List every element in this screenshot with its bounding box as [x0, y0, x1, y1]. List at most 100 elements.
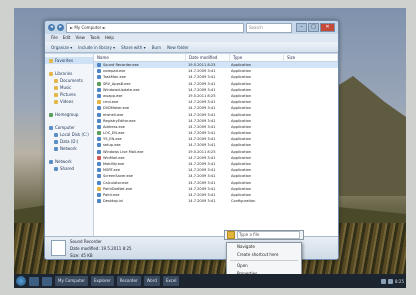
toolbar-button[interactable]: New folder	[167, 45, 189, 50]
folder-icon	[49, 71, 53, 76]
file-name: MSRT.exe	[103, 168, 120, 173]
menu-item-tools[interactable]: Tools	[90, 34, 100, 42]
column-header-size[interactable]: Size	[284, 54, 338, 61]
nav-item-label: Documents	[60, 78, 83, 83]
close-button[interactable]: ✕	[320, 23, 335, 32]
file-icon	[97, 155, 101, 160]
file-name: Sound Recorder.exe	[103, 63, 139, 67]
menu-item-view[interactable]: View	[75, 34, 85, 42]
context-menu-item[interactable]: Navigate	[227, 243, 301, 251]
nav-item[interactable]: Libraries	[45, 70, 93, 77]
nav-item[interactable]: Computer	[45, 124, 93, 131]
desktop: ◂ ▸ ► My Computer ► Search – □ ✕ File Edi…	[14, 8, 406, 288]
file-icon	[97, 93, 101, 98]
file-icon	[97, 180, 101, 185]
nav-group-libraries: Libraries Documents Music Pictures Videos	[45, 70, 93, 105]
taskbar: My Computer Explorer Recorder Word Excel 8:2…	[14, 274, 406, 288]
search-input[interactable]: Search	[246, 22, 292, 33]
explorer-content: Favorites Libraries Documents Music Pictures…	[45, 54, 338, 237]
file-icon	[97, 199, 101, 204]
file-name-cell: Desktop.ini	[94, 198, 185, 204]
start-button[interactable]	[16, 276, 26, 286]
file-name: WinMail.exe	[103, 155, 125, 160]
file-icon	[97, 81, 101, 86]
nav-item-label: Local Disk (C:)	[60, 132, 89, 137]
context-menu-item[interactable]: Create shortcut here	[227, 251, 301, 259]
file-name: cmd.exe	[103, 100, 119, 105]
file-icon	[97, 162, 101, 166]
maximize-button[interactable]: □	[308, 23, 319, 32]
system-tray: 8:25	[381, 278, 404, 284]
nav-item[interactable]: Network	[45, 158, 93, 165]
file-row[interactable]: Desktop.ini 14.7.2009 3:41 Configuration	[94, 198, 338, 204]
nav-item-label: Data (D:)	[60, 139, 79, 144]
file-name: ehshell.exe	[103, 112, 124, 117]
nav-item-label: Libraries	[55, 71, 73, 76]
toolbar-button[interactable]: Organize ▾	[51, 45, 72, 50]
nav-item[interactable]: Local Disk (C:)	[45, 131, 93, 138]
taskbar-button[interactable]: Explorer	[90, 276, 114, 286]
folder-icon	[49, 159, 53, 164]
folder-icon	[54, 99, 58, 104]
column-header-name[interactable]: Name	[94, 54, 186, 61]
nav-item[interactable]: Pictures	[45, 91, 93, 98]
folder-icon	[54, 146, 58, 151]
menu-item-edit[interactable]: Edit	[63, 34, 71, 42]
file-name: TaskMan.exe	[103, 75, 126, 80]
context-search-input[interactable]: Type a file	[237, 231, 300, 239]
file-icon	[97, 137, 101, 142]
file-list: Name Date modified Type Size Sound Recor…	[94, 54, 338, 237]
file-icon	[97, 124, 101, 129]
address-bar[interactable]: ► My Computer ►	[66, 22, 244, 33]
file-name: DVDMaker.exe	[103, 106, 130, 111]
network-icon[interactable]	[381, 278, 387, 284]
file-icon	[97, 112, 101, 117]
nav-item[interactable]: Music	[45, 84, 93, 91]
command-bar: Organize ▾ Include in library ▾ Share with…	[45, 42, 338, 53]
column-header-type[interactable]: Type	[230, 54, 284, 61]
details-subtitle: Date modified: 19.5.2011 8:25	[70, 245, 132, 251]
toolbar-button[interactable]: Burn	[152, 45, 161, 50]
nav-item[interactable]: Shared	[45, 165, 93, 172]
file-rows: Sound Recorder.exe 19.5.2011 8:25 Applicat…	[94, 62, 338, 204]
back-icon[interactable]: ◂	[48, 24, 55, 31]
folder-icon	[54, 139, 58, 144]
forward-icon[interactable]: ▸	[57, 24, 64, 31]
nav-item[interactable]: Homegroup	[45, 111, 93, 118]
taskbar-items: My Computer Explorer Recorder Word Excel	[55, 276, 180, 286]
file-icon	[97, 118, 101, 123]
nav-item[interactable]: Documents	[45, 77, 93, 84]
explorer-icon[interactable]	[42, 276, 52, 286]
ie-icon[interactable]	[29, 276, 39, 286]
minimize-button[interactable]: –	[296, 23, 307, 32]
nav-item-label: Pictures	[60, 92, 76, 97]
nav-item[interactable]: Data (D:)	[45, 138, 93, 145]
volume-icon[interactable]	[388, 278, 394, 284]
file-name: Desktop.ini	[103, 199, 124, 204]
nav-item[interactable]: Videos	[45, 98, 93, 105]
toolbar-button[interactable]: Share with ▾	[121, 45, 146, 50]
file-name: SRV_Apps8.exe	[103, 81, 131, 86]
menu-item-file[interactable]: File	[51, 34, 58, 42]
folder-icon	[54, 92, 58, 97]
file-icon	[97, 131, 101, 136]
clock[interactable]: 8:25	[395, 279, 404, 284]
folder-icon	[54, 85, 58, 90]
taskbar-button[interactable]: Word	[143, 276, 160, 286]
column-header-date[interactable]: Date modified	[186, 54, 230, 61]
nav-item-label: Shared	[60, 166, 75, 171]
taskbar-button[interactable]: Excel	[162, 276, 180, 286]
file-icon	[97, 75, 101, 80]
taskbar-button[interactable]: My Computer	[55, 276, 88, 286]
nav-group-favorites: Favorites	[45, 57, 93, 64]
nav-item[interactable]: Network	[45, 145, 93, 152]
menu-item-help[interactable]: Help	[105, 34, 114, 42]
file-name: ScreenSaver.exe	[103, 174, 133, 179]
nav-item[interactable]: Favorites	[45, 57, 93, 64]
context-menu-item[interactable]: Open	[227, 262, 301, 270]
details-size: Size: 45 KB	[70, 252, 93, 258]
file-name: Paint.exe	[103, 192, 120, 197]
taskbar-button[interactable]: Recorder	[116, 276, 141, 286]
toolbar-button[interactable]: Include in library ▾	[78, 45, 115, 50]
file-name: Windows Live Mail.exe	[103, 149, 144, 154]
